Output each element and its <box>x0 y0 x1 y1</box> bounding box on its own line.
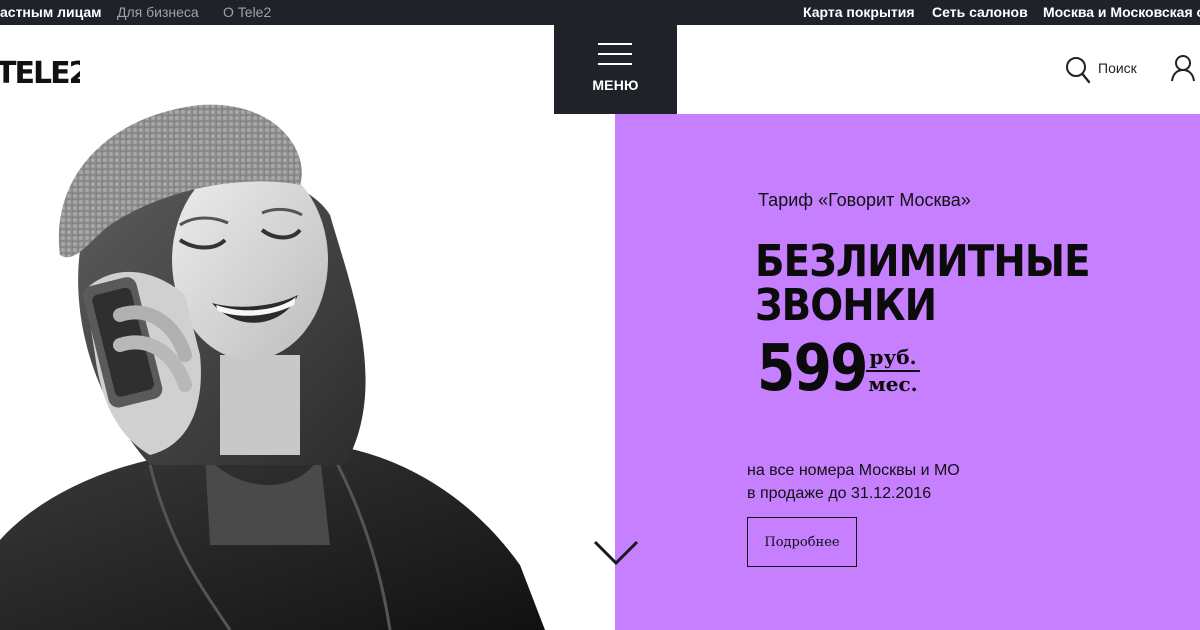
desc-line-1: на все номера Москвы и МО <box>747 462 960 479</box>
svg-text:TELE2: TELE2 <box>0 56 80 89</box>
promo-description: на все номера Москвы и МО в продаже до 3… <box>747 459 960 505</box>
top-nav-bar: астным лицам Для бизнеса О Tele2 Карта п… <box>0 0 1200 25</box>
tariff-name: Тариф «Говорит Москва» <box>758 190 971 210</box>
nav-link-private[interactable]: астным лицам <box>0 4 102 20</box>
woman-with-phone-photo <box>0 104 545 630</box>
promo-headline: БЕЗЛИМИТНЫЕ ЗВОНКИ <box>755 240 1125 328</box>
desc-line-2: в продаже до 31.12.2016 <box>747 485 932 502</box>
headline-line-1: БЕЗЛИМИТНЫЕ <box>755 236 1091 287</box>
search-label: Поиск <box>1098 60 1137 76</box>
price-unit-period: мес. <box>868 372 918 396</box>
nav-link-coverage-map[interactable]: Карта покрытия <box>803 4 915 20</box>
nav-link-about[interactable]: О Tele2 <box>223 4 271 20</box>
nav-link-stores[interactable]: Сеть салонов <box>932 4 1028 20</box>
menu-button[interactable]: МЕНЮ <box>554 25 677 114</box>
chevron-down-icon[interactable] <box>593 540 639 566</box>
price-value: 599 <box>757 332 868 406</box>
price-unit-currency: руб. <box>869 345 917 369</box>
hamburger-icon <box>598 43 632 65</box>
price-unit: руб. мес. <box>866 346 920 395</box>
headline-line-2: ЗВОНКИ <box>755 280 937 331</box>
search-icon <box>1066 57 1091 84</box>
menu-label: МЕНЮ <box>592 77 639 93</box>
more-details-button[interactable]: Подробнее <box>747 517 857 567</box>
user-icon[interactable] <box>1170 54 1196 82</box>
region-selector[interactable]: Москва и Московская обл <box>1043 4 1200 20</box>
search-button[interactable]: Поиск <box>1065 54 1145 84</box>
nav-link-business[interactable]: Для бизнеса <box>117 4 199 20</box>
hero-photo <box>0 25 615 630</box>
tele2-logo[interactable]: TELE2 <box>0 53 80 89</box>
